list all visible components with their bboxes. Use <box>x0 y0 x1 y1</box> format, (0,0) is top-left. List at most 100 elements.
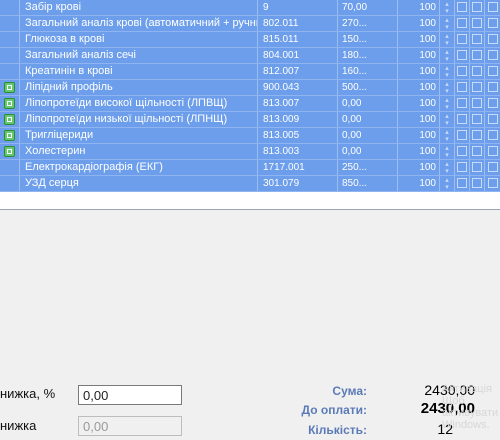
row-action-cell-1[interactable] <box>455 144 470 159</box>
service-name-cell: Ліпопротеїди високої щільності (ЛПВЩ) <box>20 96 258 111</box>
row-action-cell-3[interactable] <box>485 0 500 15</box>
row-action-cell-2[interactable] <box>470 160 485 175</box>
to-pay-label: До оплати: <box>301 403 367 417</box>
service-price-cell: 0,00 <box>338 128 398 143</box>
service-qty-cell: 100 <box>398 128 440 143</box>
table-row[interactable]: Ліпідний профіль 900.043 500... 100 ▴ ▾ <box>0 80 500 96</box>
table-row[interactable]: Електрокардіографія (ЕКГ) 1717.001 250... 1… <box>0 160 500 176</box>
small-box-icon <box>457 178 467 188</box>
small-box-icon <box>472 146 482 156</box>
qty-spin-control[interactable]: ▴ ▾ <box>440 176 455 191</box>
row-status-cell <box>0 176 20 191</box>
row-action-cell-1[interactable] <box>455 128 470 143</box>
table-row[interactable]: Загальний аналіз сечі 804.001 180... 100 ▴ ▾ <box>0 48 500 64</box>
row-action-cell-1[interactable] <box>455 112 470 127</box>
small-box-icon <box>487 146 498 156</box>
table-row[interactable]: Глюкоза в крові 815.011 150... 100 ▴ ▾ <box>0 32 500 48</box>
row-action-cell-2[interactable] <box>470 176 485 191</box>
table-row[interactable]: Загальний аналіз крові (автоматичний + р… <box>0 16 500 32</box>
qty-spin-control[interactable]: ▴ ▾ <box>440 16 455 31</box>
service-code-cell: 1717.001 <box>258 160 338 175</box>
qty-spin-control[interactable]: ▴ ▾ <box>440 0 455 15</box>
qty-spin-control[interactable]: ▴ ▾ <box>440 96 455 111</box>
service-name-cell: Загальний аналіз крові (автоматичний + р… <box>20 16 258 31</box>
row-action-cell-3[interactable] <box>485 160 500 175</box>
qty-spin-control[interactable]: ▴ ▾ <box>440 64 455 79</box>
row-action-cell-1[interactable] <box>455 176 470 191</box>
service-code-cell: 813.009 <box>258 112 338 127</box>
small-box-icon <box>472 66 482 76</box>
row-action-cell-2[interactable] <box>470 64 485 79</box>
row-action-cell-1[interactable] <box>455 32 470 47</box>
table-row[interactable]: Тригліцериди 813.005 0,00 100 ▴ ▾ <box>0 128 500 144</box>
green-check-icon <box>4 82 15 93</box>
row-action-cell-2[interactable] <box>470 32 485 47</box>
table-row[interactable]: Холестерин 813.003 0,00 100 ▴ ▾ <box>0 144 500 160</box>
row-action-cell-2[interactable] <box>470 48 485 63</box>
row-action-cell-2[interactable] <box>470 80 485 95</box>
row-action-cell-3[interactable] <box>485 16 500 31</box>
service-name-cell: УЗД серця <box>20 176 258 191</box>
row-action-cell-3[interactable] <box>485 80 500 95</box>
small-box-icon <box>487 178 498 188</box>
small-box-icon <box>472 114 482 124</box>
small-box-icon <box>457 82 467 92</box>
table-row[interactable]: Забір крові 9 70,00 100 ▴ ▾ <box>0 0 500 16</box>
small-box-icon <box>487 114 498 124</box>
service-code-cell: 900.043 <box>258 80 338 95</box>
row-action-cell-3[interactable] <box>485 176 500 191</box>
qty-spin-control[interactable]: ▴ ▾ <box>440 128 455 143</box>
row-action-cell-3[interactable] <box>485 48 500 63</box>
spin-arrows-icon: ▴ ▾ <box>445 129 449 143</box>
qty-spin-control[interactable]: ▴ ▾ <box>440 80 455 95</box>
small-box-icon <box>457 18 467 28</box>
discount-percent-input[interactable] <box>78 385 182 405</box>
small-box-icon <box>472 82 482 92</box>
service-price-cell: 160... <box>338 64 398 79</box>
discount-percent-label: нижка, % <box>0 386 56 401</box>
service-qty-cell: 100 <box>398 144 440 159</box>
row-action-cell-3[interactable] <box>485 128 500 143</box>
qty-spin-control[interactable]: ▴ ▾ <box>440 144 455 159</box>
qty-spin-control[interactable]: ▴ ▾ <box>440 112 455 127</box>
service-code-cell: 815.011 <box>258 32 338 47</box>
row-action-cell-1[interactable] <box>455 16 470 31</box>
row-action-cell-1[interactable] <box>455 80 470 95</box>
table-row[interactable]: Ліпопротеїди високої щільності (ЛПВЩ) 813… <box>0 96 500 112</box>
small-box-icon <box>472 130 482 140</box>
service-price-cell: 270... <box>338 16 398 31</box>
row-status-cell <box>0 0 20 15</box>
row-status-cell <box>0 112 20 127</box>
row-action-cell-2[interactable] <box>470 112 485 127</box>
row-action-cell-1[interactable] <box>455 160 470 175</box>
row-action-cell-1[interactable] <box>455 96 470 111</box>
row-action-cell-2[interactable] <box>470 16 485 31</box>
small-box-icon <box>457 162 467 172</box>
table-row[interactable]: Ліпопротеїди низької щільності (ЛПНЩ) 813… <box>0 112 500 128</box>
row-action-cell-3[interactable] <box>485 96 500 111</box>
service-name-cell: Ліпопротеїди низької щільності (ЛПНЩ) <box>20 112 258 127</box>
qty-spin-control[interactable]: ▴ ▾ <box>440 160 455 175</box>
row-action-cell-3[interactable] <box>485 32 500 47</box>
row-action-cell-3[interactable] <box>485 144 500 159</box>
table-row[interactable]: УЗД серця 301.079 850... 100 ▴ ▾ <box>0 176 500 192</box>
row-action-cell-2[interactable] <box>470 144 485 159</box>
discount-label: нижка <box>0 418 37 433</box>
row-action-cell-1[interactable] <box>455 48 470 63</box>
spin-arrows-icon: ▴ ▾ <box>445 161 449 175</box>
row-action-cell-1[interactable] <box>455 64 470 79</box>
table-row[interactable]: Креатинін в крові 812.007 160... 100 ▴ ▾ <box>0 64 500 80</box>
small-box-icon <box>487 18 498 28</box>
qty-spin-control[interactable]: ▴ ▾ <box>440 48 455 63</box>
service-code-cell: 301.079 <box>258 176 338 191</box>
row-action-cell-2[interactable] <box>470 0 485 15</box>
row-action-cell-3[interactable] <box>485 64 500 79</box>
service-qty-cell: 100 <box>398 176 440 191</box>
small-box-icon <box>457 130 467 140</box>
row-action-cell-2[interactable] <box>470 128 485 143</box>
row-action-cell-2[interactable] <box>470 96 485 111</box>
small-box-icon <box>457 98 467 108</box>
row-action-cell-3[interactable] <box>485 112 500 127</box>
row-action-cell-1[interactable] <box>455 0 470 15</box>
qty-spin-control[interactable]: ▴ ▾ <box>440 32 455 47</box>
